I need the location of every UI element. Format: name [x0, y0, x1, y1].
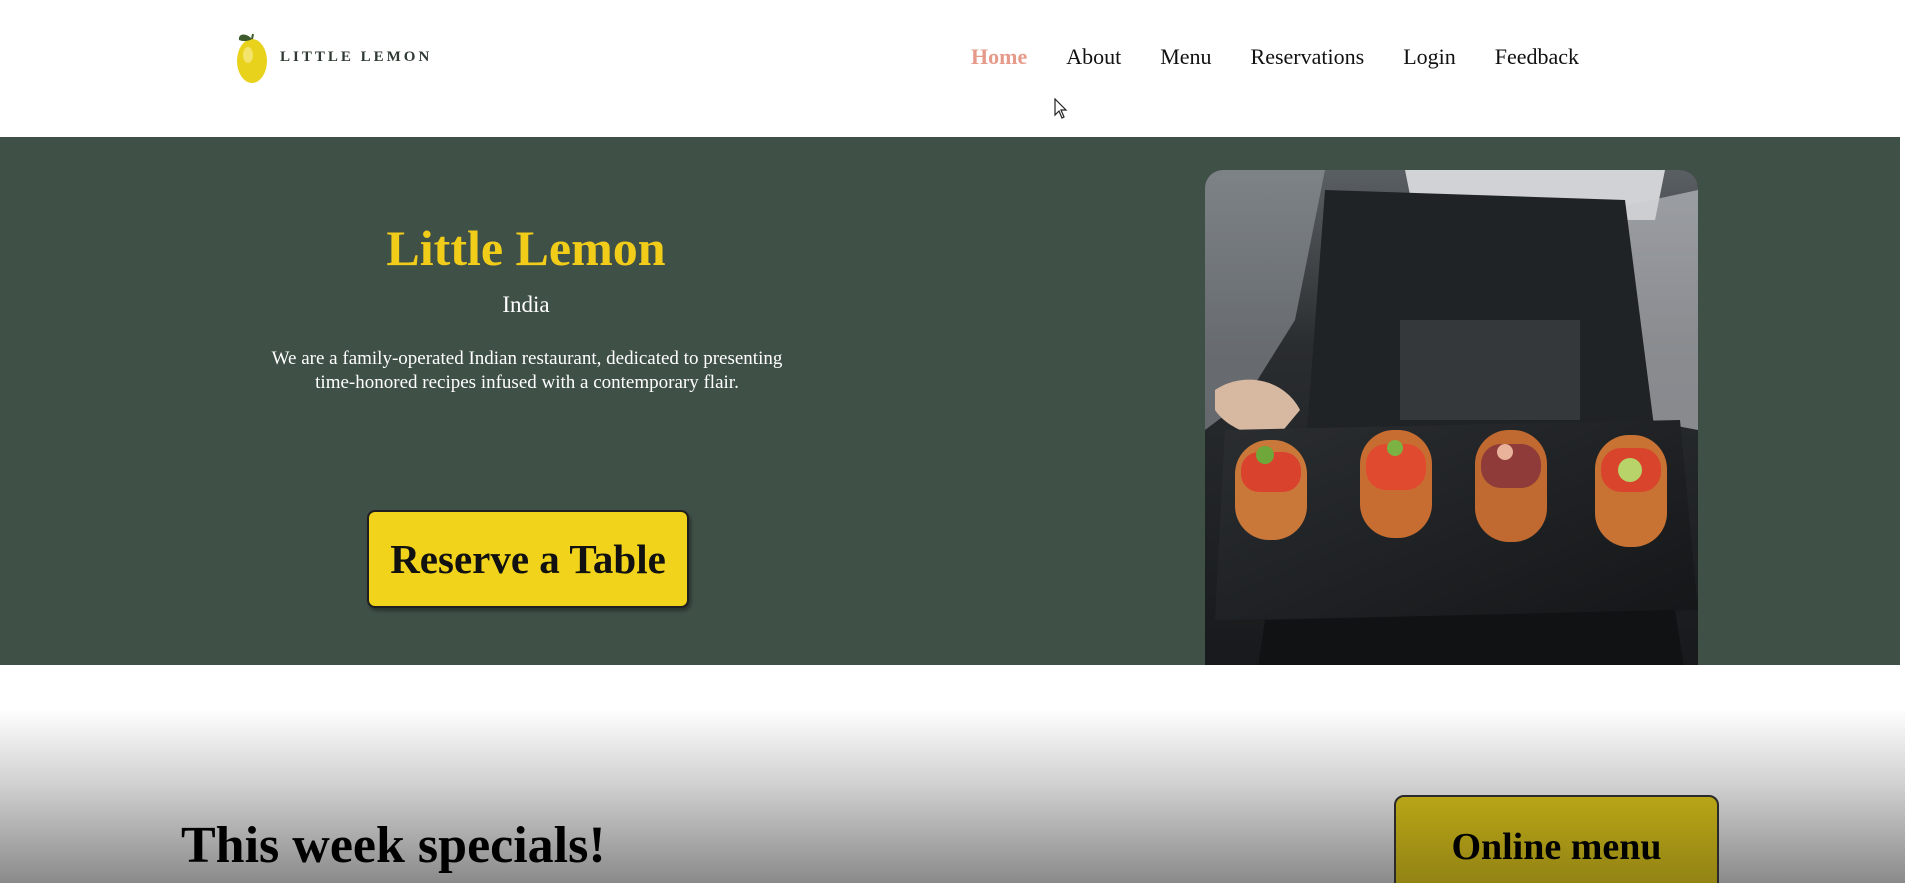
lemon-logo-icon: [237, 33, 267, 83]
hero-description: We are a family-operated Indian restaura…: [271, 348, 783, 393]
hero-subtitle: India: [502, 292, 550, 317]
nav-feedback[interactable]: Feedback: [1495, 44, 1579, 70]
nav-home[interactable]: Home: [971, 44, 1027, 70]
nav-reservations[interactable]: Reservations: [1251, 44, 1365, 70]
main-nav: Home About Menu Reservations Login Feedb…: [971, 44, 1618, 70]
nav-login[interactable]: Login: [1403, 44, 1456, 70]
reserve-table-button[interactable]: Reserve a Table: [367, 510, 689, 608]
nav-menu[interactable]: Menu: [1160, 44, 1211, 70]
online-menu-button[interactable]: Online menu: [1394, 795, 1719, 883]
site-header: LITTLE LEMON Home About Menu Reservation…: [0, 0, 1905, 137]
nav-about[interactable]: About: [1066, 44, 1121, 70]
logo-text: LITTLE LEMON: [280, 48, 433, 65]
specials-title: This week specials!: [181, 817, 606, 874]
mouse-pointer-icon: [1054, 98, 1068, 119]
hero-title: Little Lemon: [386, 220, 666, 276]
logo[interactable]: LITTLE LEMON: [235, 30, 432, 84]
